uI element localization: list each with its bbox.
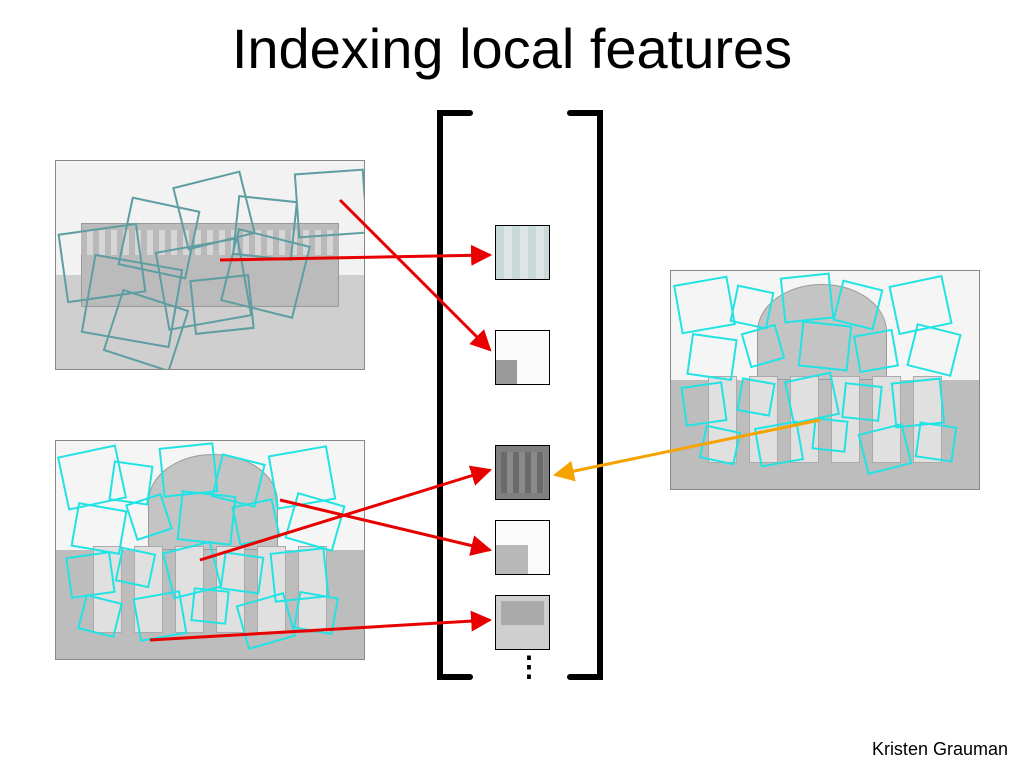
feature-box-icon (853, 329, 899, 373)
feature-box-icon (780, 273, 835, 324)
feature-box-icon (811, 418, 848, 453)
feature-box-icon (687, 333, 738, 381)
feature-vector: ⋮ (430, 105, 610, 685)
feature-box-icon (915, 421, 958, 462)
feature-box-icon (158, 443, 218, 498)
feature-box-icon (681, 382, 728, 427)
slide: Indexing local features (0, 0, 1024, 768)
feature-patch (495, 225, 550, 280)
feature-box-icon (189, 274, 254, 335)
feature-box-icon (293, 590, 339, 634)
vdots-icon: ⋮ (515, 650, 541, 683)
feature-patch (495, 330, 550, 385)
feature-box-icon (190, 587, 229, 625)
feature-box-icon (133, 590, 188, 642)
feature-patch (495, 520, 550, 575)
feature-box-icon (784, 371, 840, 424)
feature-box-icon (736, 377, 775, 416)
capitol-photo-left (55, 440, 365, 660)
slide-title: Indexing local features (0, 16, 1024, 81)
capitol-photo-right (670, 270, 980, 490)
feature-box-icon (673, 275, 736, 334)
feature-box-icon (66, 551, 116, 599)
feature-box-icon (220, 552, 265, 595)
feature-patch (495, 445, 550, 500)
feature-box-icon (71, 502, 128, 555)
attribution: Kristen Grauman (872, 739, 1008, 760)
feature-box-icon (231, 498, 280, 546)
feature-box-icon (842, 382, 884, 422)
feature-box-icon (294, 169, 365, 239)
feature-box-icon (114, 547, 156, 589)
city-hall-photo (55, 160, 365, 370)
feature-box-icon (177, 491, 237, 546)
feature-patch (495, 595, 550, 650)
feature-box-icon (754, 420, 804, 467)
feature-box-icon (890, 378, 945, 429)
feature-box-icon (798, 321, 853, 372)
feature-box-icon (699, 425, 741, 466)
